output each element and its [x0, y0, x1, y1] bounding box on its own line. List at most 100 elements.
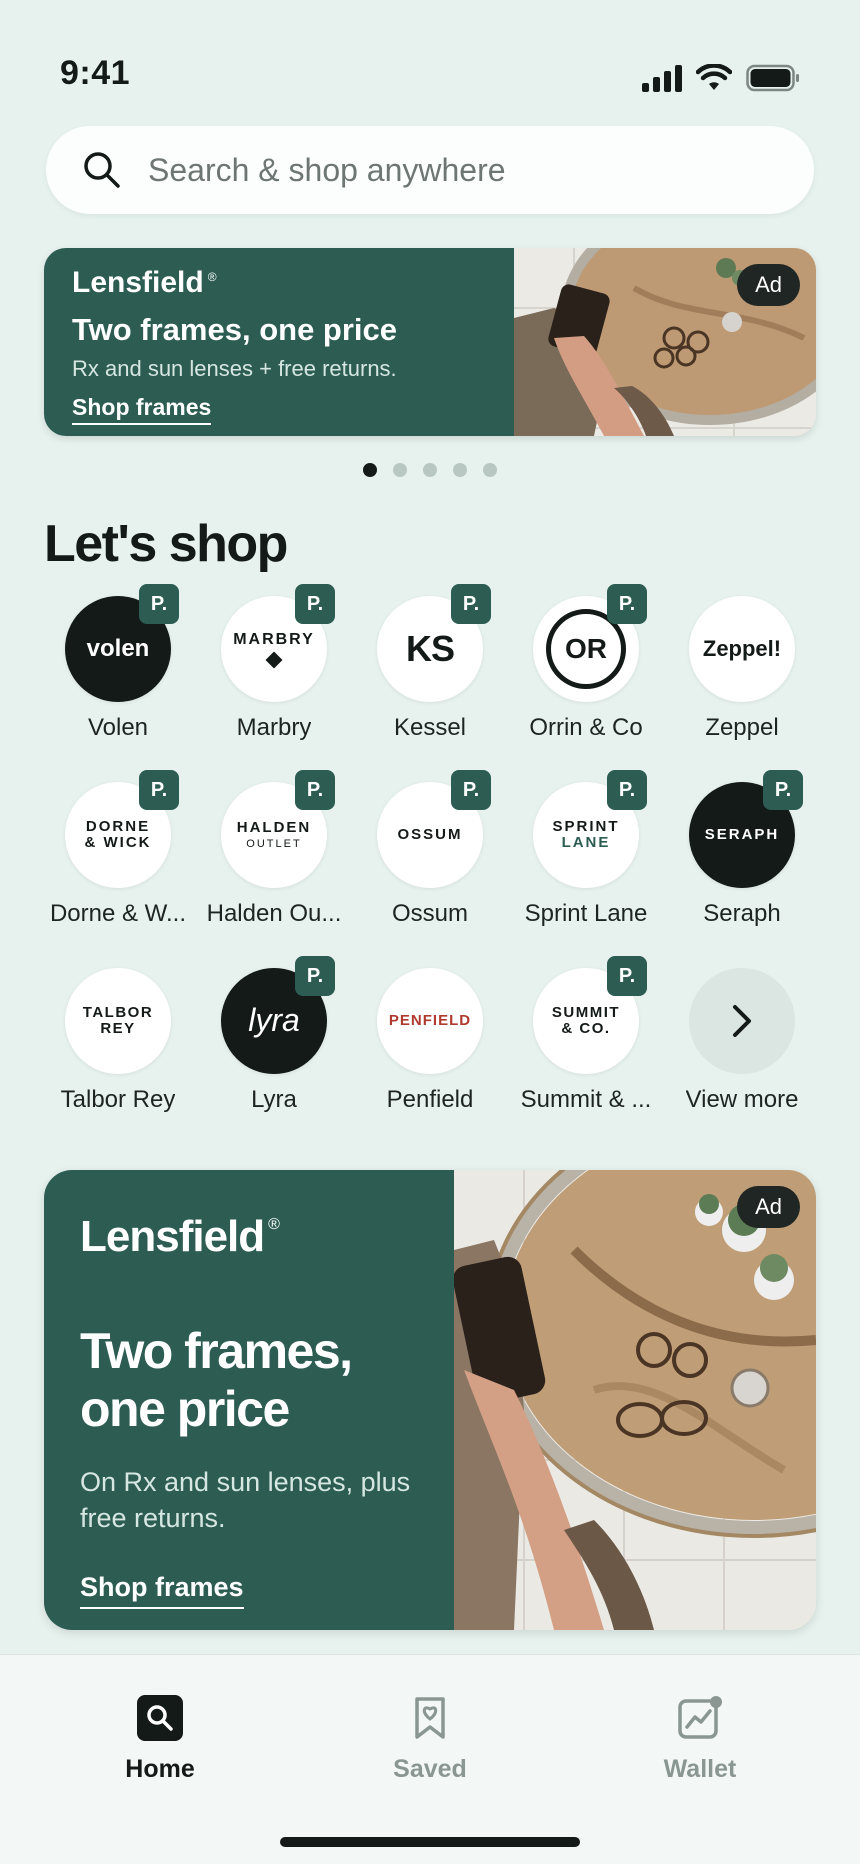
ad-subtext: On Rx and sun lenses, plus free returns.: [80, 1467, 411, 1534]
carousel-dot[interactable]: [483, 463, 497, 477]
brand-logo-text: PENFIELD: [388, 1012, 472, 1030]
status-bar: 9:41: [0, 0, 860, 110]
brand-name: Marbry: [236, 714, 312, 741]
brand-logo-text: MARBRY: [233, 630, 315, 648]
partner-badge: P.: [139, 584, 179, 624]
brand-logo: KS P.: [377, 584, 491, 702]
brand-name: Halden Ou...: [206, 900, 342, 927]
brand-logo-text: TALBOR REY: [82, 1004, 154, 1037]
brand-name: Kessel: [393, 714, 467, 741]
tab-label: Home: [125, 1755, 195, 1783]
brand-row: DORNE & WICK P. Dorne & W... HALDEN OUTL…: [40, 770, 820, 968]
brand-logo: TALBOR REY: [65, 968, 171, 1074]
brand-logo: Zeppel!: [689, 596, 795, 702]
brand-tile-volen[interactable]: volen P. Volen: [40, 584, 196, 782]
brand-tile-ossum[interactable]: OSSUM P. Ossum: [352, 770, 508, 968]
section-title: Let's shop: [44, 515, 288, 573]
carousel-dots[interactable]: [0, 463, 860, 477]
brand-logo-text: SPRINT: [552, 818, 620, 836]
partner-badge: P.: [451, 770, 491, 810]
ad-banner-large[interactable]: Lensfield ® Two frames, one price On Rx …: [44, 1170, 816, 1630]
brand-tile-penfield[interactable]: PENFIELD Penfield: [352, 968, 508, 1154]
brand-logo-text: Zeppel!: [702, 636, 782, 662]
ad-banner-text: Lensfield ® Two frames, one price On Rx …: [44, 1170, 454, 1630]
brand-row: volen P. Volen MARBRY P. Marbry KS P. Ke…: [40, 584, 820, 782]
ad-headline: Two frames, one price: [72, 312, 398, 347]
search-icon: [84, 152, 120, 188]
brand-name: Talbor Rey: [60, 1086, 176, 1113]
brand-name: Summit & ...: [520, 1086, 652, 1113]
brand-name: Penfield: [386, 1086, 474, 1113]
brand-name: Ossum: [391, 900, 468, 927]
carousel-dot[interactable]: [393, 463, 407, 477]
partner-badge: P.: [295, 770, 335, 810]
advertiser-name: Lensfield: [72, 266, 204, 299]
view-more-button[interactable]: View more: [664, 968, 820, 1154]
brand-tile-sprint-lane[interactable]: SPRINT LANE P. Sprint Lane: [508, 770, 664, 968]
brand-logo: volen P.: [65, 584, 179, 702]
wifi-icon: [696, 64, 732, 90]
partner-badge: P.: [295, 956, 335, 996]
partner-badge: P.: [763, 770, 803, 810]
search-input[interactable]: Search & shop anywhere: [148, 152, 506, 189]
home-indicator: [280, 1837, 580, 1847]
status-time: 9:41: [60, 54, 131, 92]
brand-name: Volen: [87, 714, 149, 741]
carousel-dot[interactable]: [363, 463, 377, 477]
brand-name: Lyra: [251, 1086, 297, 1113]
brand-logo-text: OSSUM: [397, 826, 463, 844]
brand-tile-lyra[interactable]: lyra P. Lyra: [196, 956, 352, 1154]
brand-grid: volen P. Volen MARBRY P. Marbry KS P. Ke…: [40, 584, 820, 1154]
brand-logo: MARBRY P.: [221, 584, 335, 702]
tab-home[interactable]: Home: [60, 1695, 260, 1784]
advertiser-name: Lensfield: [80, 1212, 265, 1261]
search-icon: [137, 1695, 183, 1741]
ad-subtext: Rx and sun lenses + free returns.: [72, 356, 397, 381]
tab-label: Saved: [393, 1755, 467, 1783]
brand-logo-text: OR: [565, 633, 607, 665]
brand-tile-talbor-rey[interactable]: TALBOR REY Talbor Rey: [40, 968, 196, 1154]
brand-logo-text: SERAPH: [704, 826, 780, 844]
carousel-dot[interactable]: [453, 463, 467, 477]
diamond-icon: [265, 651, 283, 669]
brand-tile-seraph[interactable]: SERAPH P. Seraph: [664, 770, 820, 968]
brand-logo-text: HALDEN: [236, 818, 312, 836]
brand-logo-text: SUMMIT & CO.: [551, 1004, 621, 1037]
carousel-dot[interactable]: [423, 463, 437, 477]
battery-icon: [746, 64, 799, 92]
brand-tile-orrin[interactable]: OR P. Orrin & Co: [508, 584, 664, 782]
brand-logo-text: DORNE & WICK: [84, 818, 152, 851]
view-more-circle[interactable]: [689, 968, 795, 1074]
brand-name: Sprint Lane: [524, 900, 648, 927]
tab-saved[interactable]: Saved: [330, 1695, 530, 1784]
brand-logo: SPRINT LANE P.: [533, 770, 647, 888]
bottom-tab-bar: Home Saved Wallet: [0, 1654, 860, 1864]
shop-frames-link[interactable]: Shop frames: [72, 394, 212, 425]
search-bar[interactable]: Search & shop anywhere: [46, 126, 814, 214]
brand-logo-subtext: OUTLET: [246, 837, 302, 850]
registered-mark: ®: [268, 1216, 280, 1233]
brand-logo: HALDEN OUTLET P.: [221, 770, 335, 888]
brand-tile-dorne-wick[interactable]: DORNE & WICK P. Dorne & W...: [40, 770, 196, 968]
brand-tile-halden-outlet[interactable]: HALDEN OUTLET P. Halden Ou...: [196, 770, 352, 968]
tab-wallet[interactable]: Wallet: [600, 1695, 800, 1784]
brand-logo-text: volen: [86, 635, 150, 663]
ad-photo: Ad: [514, 248, 816, 436]
brand-logo: SUMMIT & CO. P.: [533, 956, 647, 1074]
bookmark-icon: [415, 1697, 445, 1739]
advertiser-logo: Lensfield ®: [80, 1212, 418, 1262]
brand-tile-kessel[interactable]: KS P. Kessel: [352, 584, 508, 782]
brand-tile-marbry[interactable]: MARBRY P. Marbry: [196, 584, 352, 782]
ad-banner-text: Lensfield ® Two frames, one price Rx and…: [44, 248, 514, 436]
ad-banner-top[interactable]: Lensfield ® Two frames, one price Rx and…: [44, 248, 816, 436]
brand-name: Dorne & W...: [49, 900, 187, 927]
partner-badge: P.: [607, 770, 647, 810]
ad-badge: Ad: [737, 1186, 800, 1228]
brand-logo: OR P.: [533, 584, 647, 702]
brand-name: Zeppel: [705, 714, 779, 741]
shop-frames-link[interactable]: Shop frames: [80, 1572, 244, 1610]
brand-tile-zeppel[interactable]: Zeppel! Zeppel: [664, 596, 820, 782]
brand-tile-summit[interactable]: SUMMIT & CO. P. Summit & ...: [508, 956, 664, 1154]
eyewear-photo-image: [454, 1170, 816, 1630]
ad-badge: Ad: [737, 264, 800, 306]
